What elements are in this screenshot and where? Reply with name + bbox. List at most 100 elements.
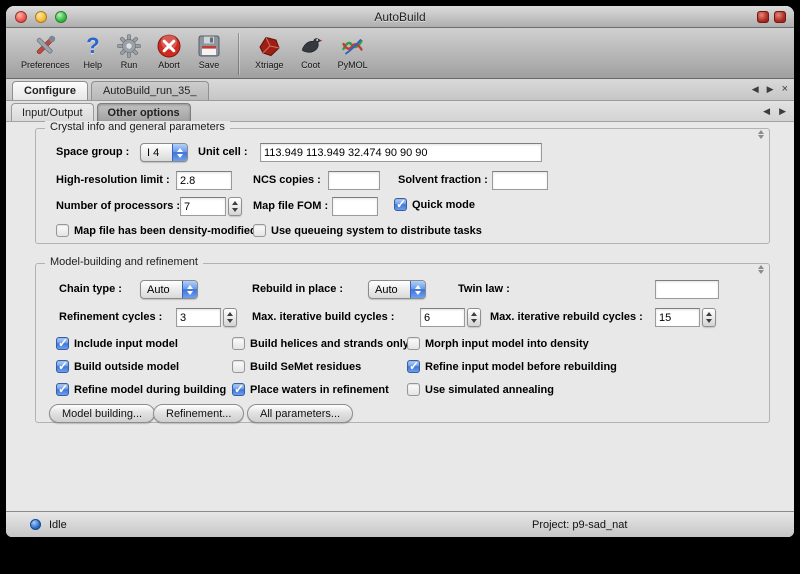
max-rebuild-cycles-stepper[interactable] xyxy=(702,308,716,327)
titlebar-red-icon-1[interactable] xyxy=(757,11,769,23)
pymol-button[interactable]: PyMOL xyxy=(331,30,375,70)
minimize-window-button[interactable] xyxy=(35,11,47,23)
refine-during-building-checkbox[interactable] xyxy=(56,383,69,396)
place-waters-label: Place waters in refinement xyxy=(250,384,389,396)
toolbar-item-label: Save xyxy=(199,60,220,70)
refinement-cycles-stepper[interactable] xyxy=(223,308,237,327)
morph-model-row: Morph input model into density xyxy=(407,337,589,350)
ncs-copies-input[interactable] xyxy=(328,171,380,190)
rebuild-in-place-label: Rebuild in place : xyxy=(252,283,343,295)
chain-type-value: Auto xyxy=(141,281,182,298)
chain-type-select[interactable]: Auto xyxy=(140,280,198,299)
high-res-input[interactable] xyxy=(176,171,232,190)
xtriage-button[interactable]: Xtriage xyxy=(248,30,291,70)
toolbar-item-label: Xtriage xyxy=(255,60,284,70)
processors-stepper[interactable] xyxy=(228,197,242,216)
max-build-cycles-stepper[interactable] xyxy=(467,308,481,327)
density-modified-label: Map file has been density-modified xyxy=(74,225,257,237)
combo-arrows-icon xyxy=(410,281,425,298)
max-rebuild-cycles-input[interactable] xyxy=(655,308,700,327)
morph-model-checkbox[interactable] xyxy=(407,337,420,350)
page-tab-scroll-right-icon[interactable]: ▶ xyxy=(779,106,786,117)
simulated-annealing-label: Use simulated annealing xyxy=(425,384,554,396)
tab-autobuild-run[interactable]: AutoBuild_run_35_ xyxy=(91,81,209,100)
tab-scroll-left-icon[interactable]: ◀ xyxy=(752,85,759,94)
run-button[interactable]: Run xyxy=(109,30,149,70)
refine-before-rebuilding-label: Refine input model before rebuilding xyxy=(425,361,617,373)
refinement-button[interactable]: Refinement... xyxy=(153,404,244,423)
quick-mode-checkbox[interactable] xyxy=(394,198,407,211)
all-parameters-button[interactable]: All parameters... xyxy=(247,404,353,423)
build-semet-checkbox[interactable] xyxy=(232,360,245,373)
space-group-select[interactable]: I 4 xyxy=(140,143,188,162)
tab-configure[interactable]: Configure xyxy=(12,81,88,100)
status-text: Idle xyxy=(49,519,67,531)
queueing-checkbox[interactable] xyxy=(253,224,266,237)
solvent-fraction-input[interactable] xyxy=(492,171,548,190)
help-button[interactable]: ? Help xyxy=(77,30,110,70)
crystal-row-1: Space group : I 4 Unit cell : xyxy=(36,143,769,163)
chain-type-label: Chain type : xyxy=(59,283,122,295)
page-tab-bar: Input/Output Other options ◀ ▶ xyxy=(6,101,794,122)
processors-input[interactable] xyxy=(180,197,226,216)
tools-icon xyxy=(32,32,58,60)
build-outside-model-checkbox[interactable] xyxy=(56,360,69,373)
simulated-annealing-row: Use simulated annealing xyxy=(407,383,554,396)
combo-arrows-icon xyxy=(172,144,187,161)
refine-before-rebuilding-checkbox[interactable] xyxy=(407,360,420,373)
refine-during-building-label: Refine model during building xyxy=(74,384,226,396)
save-button[interactable]: Save xyxy=(189,30,229,70)
question-mark-icon: ? xyxy=(86,32,99,60)
unit-cell-input[interactable] xyxy=(260,143,542,162)
refinement-cycles-label: Refinement cycles : xyxy=(59,311,162,323)
page-tab-scroll-controls: ◀ ▶ xyxy=(763,106,786,117)
max-build-cycles-input[interactable] xyxy=(420,308,465,327)
titlebar-red-icon-2[interactable] xyxy=(774,11,786,23)
twin-law-input[interactable] xyxy=(655,280,719,299)
include-input-model-checkbox[interactable] xyxy=(56,337,69,350)
preferences-button[interactable]: Preferences xyxy=(14,30,77,70)
tab-scroll-right-icon[interactable]: ▶ xyxy=(767,85,774,94)
molecule-icon xyxy=(340,32,366,60)
red-x-circle-icon xyxy=(156,32,182,60)
refinement-cycles-input[interactable] xyxy=(176,308,221,327)
include-input-model-row: Include input model xyxy=(56,337,178,350)
tab-input-output[interactable]: Input/Output xyxy=(11,103,94,121)
model-checkbox-row-2: Build outside model Build SeMet residues… xyxy=(36,359,769,379)
window-title: AutoBuild xyxy=(374,10,425,24)
page-tab-scroll-left-icon[interactable]: ◀ xyxy=(763,106,770,117)
density-modified-checkbox[interactable] xyxy=(56,224,69,237)
model-building-button[interactable]: Model building... xyxy=(49,404,155,423)
quick-mode-label: Quick mode xyxy=(412,199,475,211)
titlebar-extra-icons xyxy=(757,11,786,23)
tab-close-icon[interactable]: × xyxy=(782,84,788,95)
close-window-button[interactable] xyxy=(15,11,27,23)
refine-during-building-row: Refine model during building xyxy=(56,383,226,396)
status-indicator-icon xyxy=(30,519,41,530)
model-row-2: Refinement cycles : Max. iterative build… xyxy=(36,308,769,328)
tab-scroll-controls: ◀ ▶ × xyxy=(752,84,788,95)
crystal-info-group: Crystal info and general parameters Spac… xyxy=(35,128,770,244)
toolbar: Preferences ? Help xyxy=(6,28,794,79)
place-waters-checkbox[interactable] xyxy=(232,383,245,396)
crystal-row-4: Map file has been density-modified Use q… xyxy=(36,223,769,243)
simulated-annealing-checkbox[interactable] xyxy=(407,383,420,396)
model-checkbox-row-3: Refine model during building Place water… xyxy=(36,382,769,402)
rebuild-in-place-select[interactable]: Auto xyxy=(368,280,426,299)
project-label: Project: p9-sad_nat xyxy=(532,519,627,531)
build-helices-checkbox[interactable] xyxy=(232,337,245,350)
tab-other-options[interactable]: Other options xyxy=(97,103,191,121)
twin-law-label: Twin law : xyxy=(458,283,510,295)
abort-button[interactable]: Abort xyxy=(149,30,189,70)
toolbar-separator xyxy=(238,33,239,75)
crystal-row-3: Number of processors : Map file FOM : Qu… xyxy=(36,197,769,217)
solvent-fraction-label: Solvent fraction : xyxy=(398,174,488,186)
status-bar: Idle Project: p9-sad_nat xyxy=(6,511,794,537)
coot-button[interactable]: Coot xyxy=(291,30,331,70)
zoom-window-button[interactable] xyxy=(55,11,67,23)
map-fom-input[interactable] xyxy=(332,197,378,216)
panel-scroll-arrows[interactable] xyxy=(758,130,764,139)
toolbar-item-label: Run xyxy=(121,60,138,70)
place-waters-row: Place waters in refinement xyxy=(232,383,389,396)
panel-scroll-arrows[interactable] xyxy=(758,265,764,274)
